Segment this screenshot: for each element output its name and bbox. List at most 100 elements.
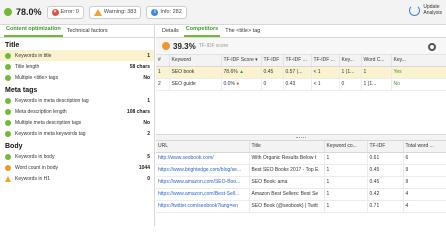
table-cell: 1 <box>324 176 368 189</box>
factor-label: Multiple <title> tags <box>15 74 59 81</box>
column-header[interactable]: Keyword co... <box>324 141 368 153</box>
url-link[interactable]: http://www.seobook.com/ <box>156 152 250 165</box>
factor-row[interactable]: Multiple <title> tags No <box>0 72 154 83</box>
factor-label: Multiple meta description tags <box>15 119 82 126</box>
column-header[interactable]: TF-IDF Score ▾ <box>221 55 262 67</box>
table-cell: 0.43 <box>283 78 312 91</box>
column-header[interactable]: Total word ... <box>403 141 446 153</box>
update-analysis-button[interactable]: Update Analysis <box>409 4 442 16</box>
table-cell: 6 <box>403 152 446 165</box>
factor-label: Meta description length <box>15 108 67 115</box>
tab-content-optimization[interactable]: Content optimization <box>4 26 63 37</box>
factors-panel: Content optimization Technical factors T… <box>0 25 155 226</box>
column-header[interactable]: TF-IDF ... <box>283 55 312 67</box>
factor-value: 1 <box>147 97 150 104</box>
factor-value: 108 chars <box>126 108 150 115</box>
table-cell: 1 <box>156 66 170 79</box>
factor-row[interactable]: Word count in body 1044 <box>0 162 154 173</box>
column-header[interactable]: Key... <box>339 55 362 67</box>
factor-label: Word count in body <box>15 164 58 171</box>
table-cell: 0.57 (... <box>283 66 312 79</box>
column-header[interactable]: TF-IDF <box>367 141 404 153</box>
table-cell: With Organic Results Below t <box>249 152 325 165</box>
factor-value: 5 <box>147 153 150 160</box>
column-header[interactable]: Key... <box>391 55 446 67</box>
table-row[interactable]: https://www.brightedge.com/blog/se... Be… <box>156 164 446 177</box>
increase-icon: ▲ <box>239 69 245 75</box>
overall-score-value: 78.0% <box>16 7 42 17</box>
table-cell: 0 <box>261 78 284 91</box>
table-row[interactable]: http://www.seobook.com/ With Organic Res… <box>156 152 446 165</box>
table-cell: 0.45 <box>367 176 404 189</box>
table-row[interactable]: https://twitter.com/seobook?lang=en SEO … <box>156 200 446 213</box>
table-cell: 1 <box>361 66 392 79</box>
tab-competitors[interactable]: Competitors <box>183 26 221 37</box>
factor-value: No <box>143 119 150 126</box>
column-header[interactable]: Word C... <box>361 55 392 67</box>
table-row[interactable]: 2 SEO guide 0.0% ● 0 0.43 < 1 0 1 (1... … <box>156 78 446 91</box>
analysis-label: Analysis <box>423 10 442 16</box>
factor-row[interactable]: Keywords in meta keywords tag 2 <box>0 128 154 139</box>
url-link[interactable]: https://www.amazon.com/Best-Sell... <box>156 188 250 201</box>
factor-value: 58 chars <box>129 63 150 70</box>
tab-details[interactable]: Details <box>160 28 181 37</box>
tfidf-summary: 39.3% TF-IDF score <box>156 38 446 55</box>
factor-row[interactable]: Keywords in body 5 <box>0 151 154 162</box>
table-row[interactable]: 1 SEO book 78.6% ▲ 0.45 0.57 (... < 1 1 … <box>156 66 446 79</box>
score-status-icon <box>4 8 12 16</box>
table-cell: < 1 <box>311 78 340 91</box>
table-row[interactable]: https://www.amazon.com/SEO-Boo... SEO Bo… <box>156 176 446 189</box>
factor-row[interactable]: Keywords in H1 0 <box>0 173 154 184</box>
section-title-title[interactable]: Title <box>0 38 154 50</box>
column-header[interactable]: TF-IDF ... <box>311 55 340 67</box>
overall-score: 78.0% <box>4 7 42 17</box>
column-header[interactable]: Title <box>249 141 325 153</box>
table-cell: 1 (1... <box>361 78 392 91</box>
column-header[interactable]: Keyword <box>169 55 222 67</box>
competitors-table: URL Title Keyword co... TF-IDF Total wor… <box>156 141 446 213</box>
column-header[interactable]: # <box>156 55 170 67</box>
section-title-body[interactable]: Body <box>0 139 154 151</box>
notice-status-icon <box>5 164 11 171</box>
url-link[interactable]: https://www.brightedge.com/blog/se... <box>156 164 250 177</box>
factor-label: Keywords in title <box>15 52 52 59</box>
table-cell: 4 <box>403 188 446 201</box>
section-title-meta-tags[interactable]: Meta tags <box>0 83 154 95</box>
table-row[interactable]: https://www.amazon.com/Best-Sell... Amaz… <box>156 188 446 201</box>
factor-row[interactable]: Keywords in meta description tag 1 <box>0 95 154 106</box>
column-header[interactable]: URL <box>156 141 250 153</box>
url-link[interactable]: https://www.amazon.com/SEO-Boo... <box>156 176 250 189</box>
tfidf-score-cell: 0.0% <box>223 81 235 87</box>
factor-row[interactable]: Keywords in title 1 <box>0 50 154 61</box>
table-cell: SEO book <box>169 66 222 79</box>
tfidf-score-label: TF-IDF score <box>198 43 229 49</box>
table-cell: 4 <box>403 200 446 213</box>
factor-row[interactable]: Meta description length 108 chars <box>0 106 154 117</box>
tab-title-tag[interactable]: The <title> tag <box>223 28 262 37</box>
gear-icon[interactable] <box>428 43 436 51</box>
factor-row[interactable]: Title length 58 chars <box>0 61 154 72</box>
table-cell: 78.6% ▲ <box>221 66 262 79</box>
panel-splitter[interactable] <box>156 135 446 141</box>
table-header-row: # Keyword TF-IDF Score ▾ TF-IDF TF-IDF .… <box>156 55 446 67</box>
url-link[interactable]: https://twitter.com/seobook?lang=en <box>156 200 250 213</box>
tfidf-score-value: 39.3% <box>173 41 196 51</box>
toolbar: 78.0% × Error: 0 Warning: 383 i Info: 28… <box>0 0 446 25</box>
factor-row[interactable]: Multiple meta description tags No <box>0 117 154 128</box>
info-filter-button[interactable]: i Info: 282 <box>146 5 187 19</box>
info-icon: i <box>151 8 159 16</box>
warning-filter-button[interactable]: Warning: 383 <box>88 5 142 19</box>
column-header[interactable]: TF-IDF <box>261 55 284 67</box>
warning-count-label: Warning: 383 <box>103 9 137 15</box>
factor-label: Keywords in meta description tag <box>15 97 89 104</box>
warning-icon <box>93 8 102 16</box>
table-cell: 2 <box>156 78 170 91</box>
keywords-table-container: # Keyword TF-IDF Score ▾ TF-IDF TF-IDF .… <box>156 55 446 135</box>
table-cell: 0 <box>339 78 362 91</box>
tab-technical-factors[interactable]: Technical factors <box>65 28 110 37</box>
table-header-row: URL Title Keyword co... TF-IDF Total wor… <box>156 141 446 153</box>
error-filter-button[interactable]: × Error: 0 <box>46 5 84 19</box>
table-cell: 0.42 <box>367 188 404 201</box>
table-cell: 0.71 <box>367 200 404 213</box>
table-cell: 0.45 <box>367 164 404 177</box>
